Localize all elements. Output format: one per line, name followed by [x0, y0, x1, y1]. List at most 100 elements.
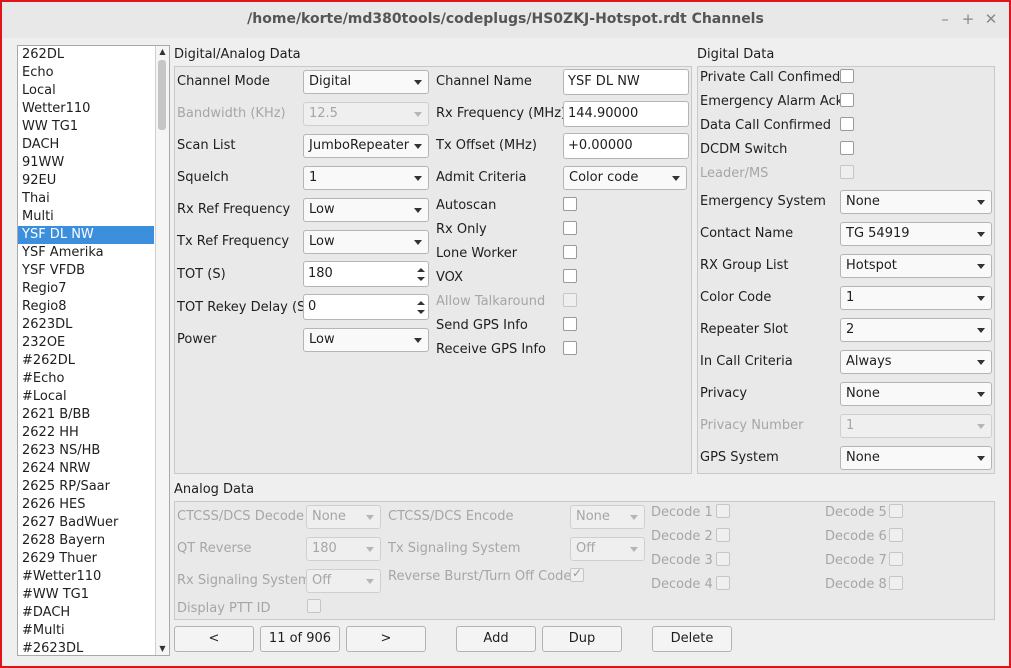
tot-spinbox[interactable]: 180 — [303, 261, 429, 287]
channel-list-item[interactable]: 92EU — [18, 172, 154, 190]
channel-list-item[interactable]: #Wetter110 — [18, 568, 154, 586]
channel-list-item[interactable]: 91WW — [18, 154, 154, 172]
channel-list-scrollbar[interactable]: ▲ ▼ — [155, 46, 169, 655]
title-bar: /home/korte/md380tools/codeplugs/HS0ZKJ-… — [2, 2, 1009, 38]
channel-list-item[interactable]: #Local — [18, 388, 154, 406]
ctcss-decode-combo: None — [306, 505, 381, 529]
channel-mode-combo[interactable]: Digital — [303, 70, 429, 94]
emergency-alarm-label: Emergency Alarm Ack — [700, 94, 844, 109]
channel-list-item[interactable]: 2623 NS/HB — [18, 442, 154, 460]
tx-offset-input[interactable]: +0.00000 — [563, 133, 689, 159]
channel-list-item[interactable]: 2625 RP/Saar — [18, 478, 154, 496]
channel-name-input[interactable]: YSF DL NW — [563, 69, 689, 95]
repeater-slot-combo[interactable]: 2 — [840, 318, 992, 342]
channel-list-item[interactable]: 2627 BadWuer — [18, 514, 154, 532]
minimize-icon[interactable]: – — [937, 10, 953, 28]
in-call-combo[interactable]: Always — [840, 350, 992, 374]
channel-list-item[interactable]: 2624 NRW — [18, 460, 154, 478]
add-button[interactable]: Add — [456, 626, 536, 652]
chevron-down-icon — [414, 338, 422, 343]
channel-list-item[interactable]: Multi — [18, 208, 154, 226]
admit-criteria-combo[interactable]: Color code — [563, 166, 687, 190]
send-gps-checkbox[interactable] — [563, 317, 577, 331]
emergency-system-combo[interactable]: None — [840, 190, 992, 214]
emergency-alarm-checkbox[interactable] — [840, 93, 854, 107]
delete-button[interactable]: Delete — [652, 626, 732, 652]
vox-checkbox[interactable] — [563, 269, 577, 283]
in-call-label: In Call Criteria — [700, 354, 793, 369]
channel-list-item[interactable]: 2629 Thuer — [18, 550, 154, 568]
color-code-combo[interactable]: 1 — [840, 286, 992, 310]
rx-group-combo[interactable]: Hotspot — [840, 254, 992, 278]
autoscan-checkbox[interactable] — [563, 197, 577, 211]
channel-list-item[interactable]: 232OE — [18, 334, 154, 352]
channel-list-item[interactable]: Echo — [18, 64, 154, 82]
power-combo[interactable]: Low — [303, 328, 429, 352]
spin-up-icon[interactable] — [417, 268, 425, 272]
scan-list-combo[interactable]: JumboRepeater — [303, 134, 429, 158]
chevron-down-icon — [977, 264, 985, 269]
spin-up-icon[interactable] — [417, 301, 425, 305]
channel-list-item[interactable]: Regio7 — [18, 280, 154, 298]
tx-signaling-value: Off — [576, 541, 596, 556]
channel-list-item[interactable]: #DACH — [18, 604, 154, 622]
private-call-checkbox[interactable] — [840, 69, 854, 83]
channel-list-item[interactable]: #WW TG1 — [18, 586, 154, 604]
channel-list-item[interactable]: #Multi — [18, 622, 154, 640]
channel-list-item[interactable]: DACH — [18, 136, 154, 154]
privacy-combo[interactable]: None — [840, 382, 992, 406]
channel-list-item[interactable]: YSF VFDB — [18, 262, 154, 280]
previous-button[interactable]: < — [174, 626, 254, 652]
channel-list-item[interactable]: 2622 HH — [18, 424, 154, 442]
spin-down-icon[interactable] — [417, 277, 425, 281]
channel-list-item[interactable]: Thai — [18, 190, 154, 208]
dcdm-checkbox[interactable] — [840, 141, 854, 155]
spin-down-icon[interactable] — [417, 310, 425, 314]
scroll-up-icon[interactable]: ▲ — [156, 46, 169, 58]
channel-list-item[interactable]: Local — [18, 82, 154, 100]
channel-list-item[interactable]: 2626 HES — [18, 496, 154, 514]
channel-list-item[interactable]: 262DL — [18, 46, 154, 64]
channel-list-item[interactable]: #2623DL — [18, 640, 154, 655]
chevron-down-icon — [366, 579, 374, 584]
data-call-checkbox[interactable] — [840, 117, 854, 131]
tot-rekey-spinbox[interactable]: 0 — [303, 294, 429, 320]
decode-7-label: Decode 7 — [825, 553, 887, 568]
channel-list-item[interactable]: YSF DL NW — [18, 226, 154, 244]
close-icon[interactable]: ✕ — [983, 10, 999, 28]
dup-button[interactable]: Dup — [542, 626, 622, 652]
channel-list[interactable]: 262DL Echo Local Wetter110 WW TG1 DACH 91WW 92E… — [17, 45, 170, 656]
channel-list-item[interactable]: 2623DL — [18, 316, 154, 334]
next-button[interactable]: > — [346, 626, 426, 652]
contact-name-combo[interactable]: TG 54919 — [840, 222, 992, 246]
decode-5-label: Decode 5 — [825, 505, 887, 520]
channel-list-item[interactable]: Regio8 — [18, 298, 154, 316]
rx-frequency-input[interactable]: 144.90000 — [563, 101, 689, 127]
power-label: Power — [177, 332, 217, 347]
channel-mode-label: Channel Mode — [177, 74, 270, 89]
scrollbar-thumb[interactable] — [158, 60, 166, 130]
squelch-combo[interactable]: 1 — [303, 166, 429, 190]
qt-reverse-combo: 180 — [306, 537, 381, 561]
lone-worker-checkbox[interactable] — [563, 245, 577, 259]
maximize-icon[interactable]: + — [960, 10, 976, 28]
tx-ref-combo[interactable]: Low — [303, 230, 429, 254]
tx-offset-label: Tx Offset (MHz) — [436, 138, 537, 153]
repeater-slot-value: 2 — [846, 322, 855, 337]
gps-system-combo[interactable]: None — [840, 446, 992, 470]
channel-list-item[interactable]: Wetter110 — [18, 100, 154, 118]
rx-ref-combo[interactable]: Low — [303, 198, 429, 222]
channel-list-item[interactable]: #Echo — [18, 370, 154, 388]
autoscan-label: Autoscan — [436, 198, 497, 213]
scan-list-value: JumboRepeater — [309, 138, 410, 153]
receive-gps-checkbox[interactable] — [563, 341, 577, 355]
channel-list-item[interactable]: WW TG1 — [18, 118, 154, 136]
qt-reverse-value: 180 — [312, 541, 337, 556]
channel-list-item[interactable]: #262DL — [18, 352, 154, 370]
channel-list-item[interactable]: YSF Amerika — [18, 244, 154, 262]
channel-list-item[interactable]: 2628 Bayern — [18, 532, 154, 550]
channel-list-item[interactable]: 2621 B/BB — [18, 406, 154, 424]
scroll-down-icon[interactable]: ▼ — [156, 643, 169, 655]
rx-only-checkbox[interactable] — [563, 221, 577, 235]
decode-1-checkbox — [716, 504, 730, 518]
